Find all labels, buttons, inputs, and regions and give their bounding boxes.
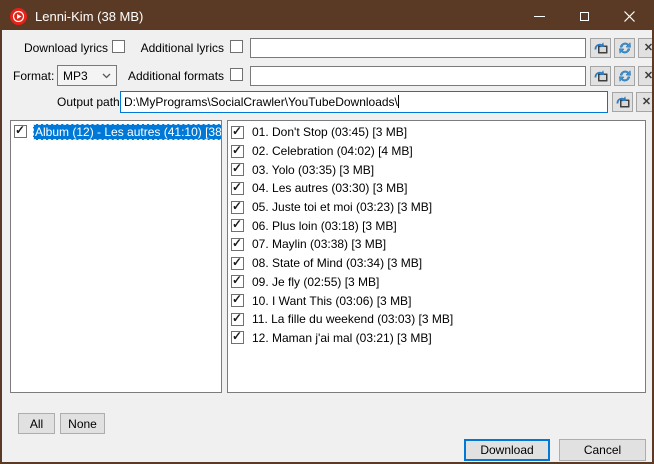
track-checkbox[interactable] — [231, 126, 244, 139]
track-list-item[interactable]: 04. Les autres (03:30) [3 MB] — [228, 179, 645, 198]
minimize-button[interactable] — [517, 2, 562, 30]
track-list-item[interactable]: 11. La fille du weekend (03:03) [3 MB] — [228, 310, 645, 329]
track-list-item[interactable]: 08. State of Mind (03:34) [3 MB] — [228, 254, 645, 273]
close-icon — [624, 11, 635, 22]
track-checkbox[interactable] — [231, 257, 244, 270]
format-label: Format: — [13, 69, 54, 83]
additional-formats-label: Additional formats — [128, 69, 224, 83]
additional-formats-browse-button[interactable] — [590, 66, 611, 86]
track-label: 12. Maman j'ai mal (03:21) [3 MB] — [250, 330, 434, 346]
track-label: 02. Celebration (04:02) [4 MB] — [250, 143, 415, 159]
additional-lyrics-label: Additional lyrics — [138, 41, 224, 55]
output-path-label: Output path — [57, 95, 120, 109]
download-lyrics-label: Download lyrics — [22, 41, 108, 55]
additional-lyrics-refresh-button[interactable] — [614, 38, 635, 58]
additional-formats-clear-button[interactable]: ✕ — [638, 66, 654, 86]
track-checkbox[interactable] — [231, 313, 244, 326]
track-list-item[interactable]: 02. Celebration (04:02) [4 MB] — [228, 142, 645, 161]
clear-x-icon: ✕ — [644, 71, 653, 82]
track-checkbox[interactable] — [231, 145, 244, 158]
track-label: 05. Juste toi et moi (03:23) [3 MB] — [250, 199, 434, 215]
cancel-button[interactable]: Cancel — [559, 439, 646, 461]
track-checkbox[interactable] — [231, 275, 244, 288]
additional-lyrics-browse-button[interactable] — [590, 38, 611, 58]
output-path-browse-button[interactable] — [612, 92, 633, 112]
track-list-panel: 01. Don't Stop (03:45) [3 MB] 02. Celebr… — [227, 120, 646, 393]
select-all-button[interactable]: All — [18, 413, 55, 434]
track-label: 11. La fille du weekend (03:03) [3 MB] — [250, 311, 455, 327]
track-list-item[interactable]: 05. Juste toi et moi (03:23) [3 MB] — [228, 198, 645, 217]
track-label: 07. Maylin (03:38) [3 MB] — [250, 236, 388, 252]
track-label: 09. Je fly (02:55) [3 MB] — [250, 274, 381, 290]
track-label: 10. I Want This (03:06) [3 MB] — [250, 293, 413, 309]
track-checkbox[interactable] — [231, 331, 244, 344]
track-list-item[interactable]: 10. I Want This (03:06) [3 MB] — [228, 291, 645, 310]
album-checkbox[interactable] — [14, 125, 27, 138]
format-select[interactable]: MP3 — [57, 65, 117, 86]
additional-formats-input[interactable] — [250, 66, 586, 86]
additional-formats-refresh-button[interactable] — [614, 66, 635, 86]
maximize-button[interactable] — [562, 2, 607, 30]
youtube-music-icon — [10, 8, 27, 25]
track-checkbox[interactable] — [231, 294, 244, 307]
track-checkbox[interactable] — [231, 201, 244, 214]
folder-import-icon — [593, 68, 609, 84]
album-label: Album (12) - Les autres (41:10) [38 MB] — [33, 124, 222, 140]
track-checkbox[interactable] — [231, 182, 244, 195]
track-list-item[interactable]: 06. Plus loin (03:18) [3 MB] — [228, 216, 645, 235]
track-label: 08. State of Mind (03:34) [3 MB] — [250, 255, 424, 271]
track-checkbox[interactable] — [231, 163, 244, 176]
track-list-item[interactable]: 12. Maman j'ai mal (03:21) [3 MB] — [228, 329, 645, 348]
minimize-icon — [534, 16, 545, 17]
additional-formats-checkbox[interactable] — [230, 68, 243, 81]
track-checkbox[interactable] — [231, 238, 244, 251]
track-list-item[interactable]: 03. Yolo (03:35) [3 MB] — [228, 160, 645, 179]
select-none-button[interactable]: None — [60, 413, 105, 434]
track-list-item[interactable]: 09. Je fly (02:55) [3 MB] — [228, 273, 645, 292]
track-list-item[interactable]: 07. Maylin (03:38) [3 MB] — [228, 235, 645, 254]
clear-x-icon: ✕ — [644, 43, 653, 54]
close-button[interactable] — [607, 2, 652, 30]
download-button[interactable]: Download — [464, 439, 550, 461]
clear-x-icon: ✕ — [642, 97, 651, 108]
track-checkbox[interactable] — [231, 219, 244, 232]
refresh-icon — [617, 40, 633, 56]
text-caret — [398, 95, 399, 108]
additional-lyrics-checkbox[interactable] — [230, 40, 243, 53]
additional-lyrics-input[interactable] — [250, 38, 586, 58]
track-label: 04. Les autres (03:30) [3 MB] — [250, 180, 409, 196]
output-path-value: D:\MyPrograms\SocialCrawler\YouTubeDownl… — [124, 95, 398, 109]
folder-import-icon — [593, 40, 609, 56]
content-area: Download lyrics Additional lyrics ✕ Form… — [2, 30, 652, 462]
maximize-icon — [580, 12, 589, 21]
album-list-panel: Album (12) - Les autres (41:10) [38 MB] — [10, 120, 222, 393]
window-title: Lenni-Kim (38 MB) — [35, 9, 517, 24]
title-bar: Lenni-Kim (38 MB) — [2, 2, 652, 30]
refresh-icon — [617, 68, 633, 84]
output-path-input[interactable]: D:\MyPrograms\SocialCrawler\YouTubeDownl… — [120, 91, 608, 113]
folder-import-icon — [615, 94, 631, 110]
track-label: 03. Yolo (03:35) [3 MB] — [250, 162, 376, 178]
track-label: 01. Don't Stop (03:45) [3 MB] — [250, 124, 409, 140]
track-list-item[interactable]: 01. Don't Stop (03:45) [3 MB] — [228, 123, 645, 142]
track-label: 06. Plus loin (03:18) [3 MB] — [250, 218, 399, 234]
additional-lyrics-clear-button[interactable]: ✕ — [638, 38, 654, 58]
download-lyrics-checkbox[interactable] — [112, 40, 125, 53]
format-value: MP3 — [63, 69, 88, 83]
output-path-clear-button[interactable]: ✕ — [636, 92, 654, 112]
chevron-down-icon — [102, 73, 111, 79]
album-list-item[interactable]: Album (12) - Les autres (41:10) [38 MB] — [11, 121, 221, 140]
app-window: Lenni-Kim (38 MB) Download lyrics Additi… — [0, 0, 654, 464]
